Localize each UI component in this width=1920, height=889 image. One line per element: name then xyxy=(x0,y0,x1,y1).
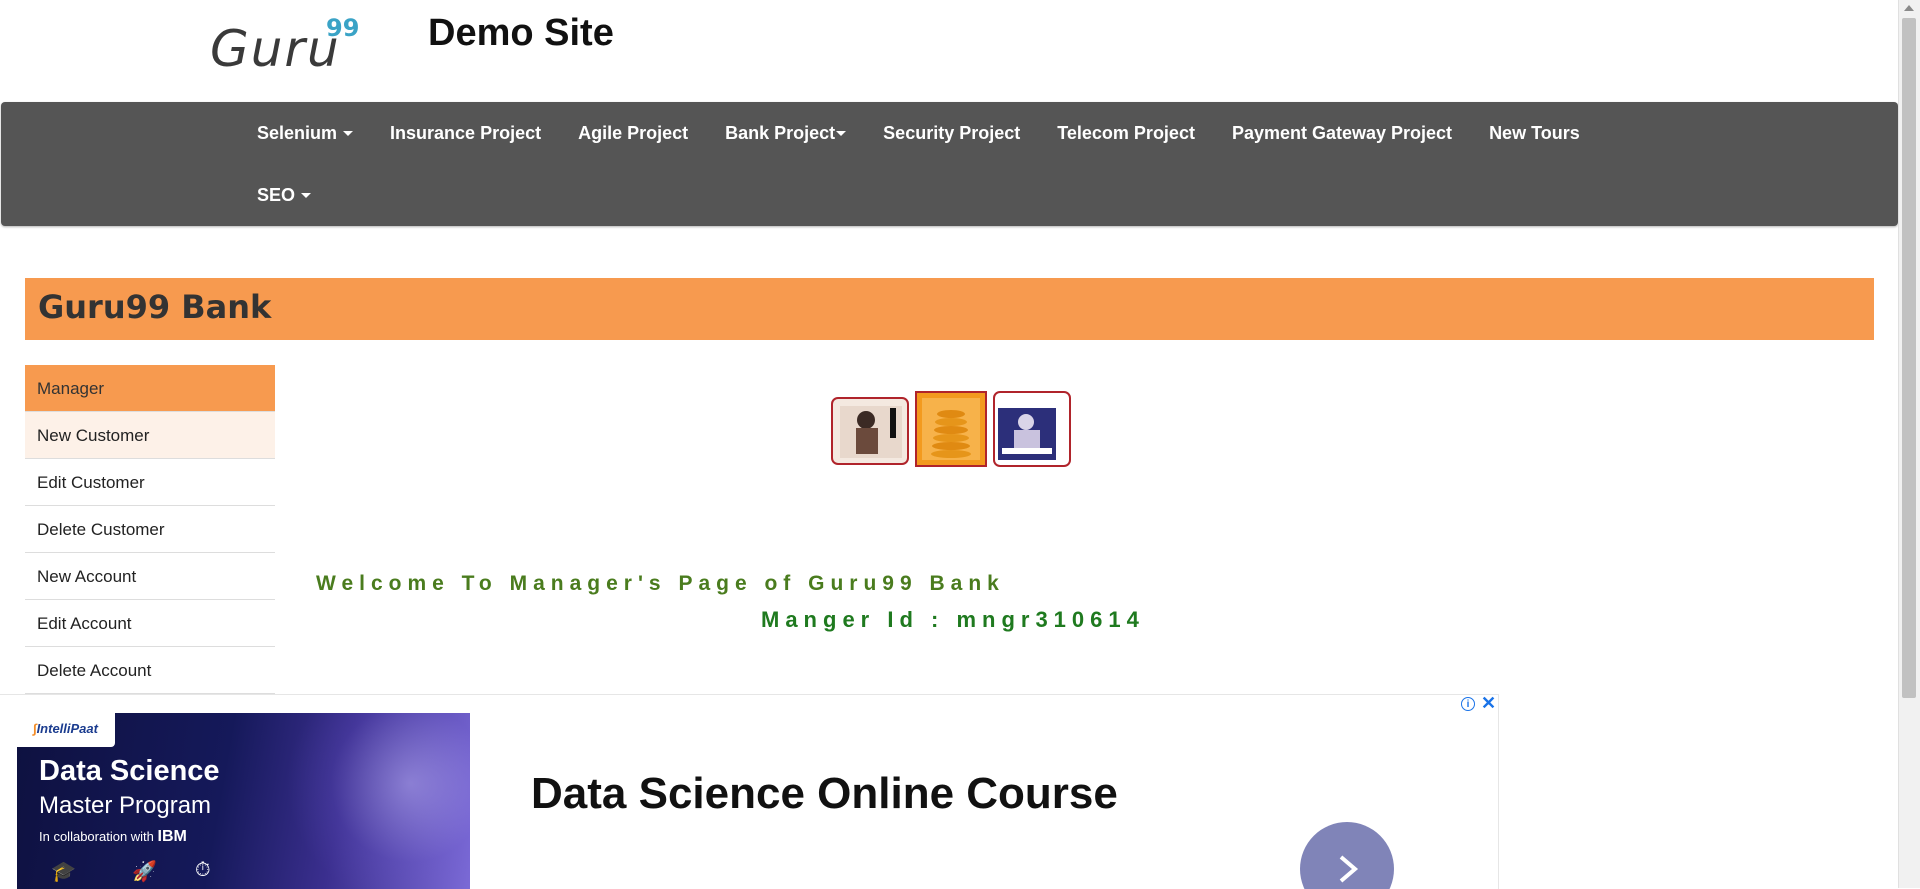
nav-payment-gateway-project[interactable]: Payment Gateway Project xyxy=(1232,123,1452,144)
nav-insurance-project[interactable]: Insurance Project xyxy=(390,123,541,144)
nav-seo-label: SEO xyxy=(257,184,296,205)
nav-telecom-project-label: Telecom Project xyxy=(1057,122,1195,143)
scroll-up-arrow-icon[interactable] xyxy=(1904,5,1914,11)
stopwatch-icon: ⏱ xyxy=(195,859,211,881)
nav-selenium-label: Selenium xyxy=(257,122,338,143)
info-icon[interactable]: i xyxy=(1461,697,1475,711)
main-navbar: Selenium Insurance Project Agile Project… xyxy=(1,102,1898,226)
nav-telecom-project[interactable]: Telecom Project xyxy=(1057,123,1195,144)
sidebar-item-new-account[interactable]: New Account xyxy=(25,553,275,600)
navbar-row-1: Selenium Insurance Project Agile Project… xyxy=(257,102,1617,164)
ad-face-graphic xyxy=(270,713,470,889)
nav-selenium[interactable]: Selenium xyxy=(257,122,354,144)
graduation-cap-icon: 🎓 xyxy=(51,861,76,883)
sidebar-item-new-customer[interactable]: New Customer xyxy=(25,412,275,459)
nav-insurance-project-label: Insurance Project xyxy=(390,122,542,143)
navbar-row-2: SEO xyxy=(257,164,348,226)
logo-text: Guru xyxy=(210,20,341,78)
page-scrollbar[interactable] xyxy=(1898,0,1920,888)
nav-new-tours[interactable]: New Tours xyxy=(1489,123,1580,144)
manager-id-text: Manger Id : mngr310614 xyxy=(761,607,1145,632)
logo-superscript: 99 xyxy=(326,14,360,42)
ad-brand-text: IntelliPaat xyxy=(36,721,98,736)
ad-image-heading: Data Science xyxy=(39,755,220,787)
chevron-right-icon xyxy=(1339,855,1359,883)
guru99-logo[interactable]: Guru 99 xyxy=(210,12,360,78)
nav-agile-project[interactable]: Agile Project xyxy=(578,123,688,144)
nav-bank-project-label: Bank Project xyxy=(725,122,836,143)
sidebar-item-delete-customer[interactable]: Delete Customer xyxy=(25,506,275,553)
caret-down-icon xyxy=(301,192,312,198)
rocket-icon: 🚀 xyxy=(132,861,157,883)
scrollbar-thumb[interactable] xyxy=(1902,18,1916,698)
sidebar-item-delete-account[interactable]: Delete Account xyxy=(25,647,275,694)
ad-collab-partner: IBM xyxy=(157,828,187,845)
nav-new-tours-label: New Tours xyxy=(1489,122,1580,143)
ad-title[interactable]: Data Science Online Course xyxy=(531,769,1118,819)
ad-next-button[interactable] xyxy=(1300,822,1394,889)
welcome-message: Welcome To Manager's Page of Guru99 Bank xyxy=(316,572,1005,595)
nav-agile-project-label: Agile Project xyxy=(578,122,689,143)
manager-sidebar: Manager New Customer Edit Customer Delet… xyxy=(25,365,275,694)
nav-security-project[interactable]: Security Project xyxy=(883,123,1020,144)
ad-image[interactable]: ∫IntelliPaat Data Science Master Program… xyxy=(17,713,470,889)
nav-bank-project[interactable]: Bank Project xyxy=(725,122,847,144)
ad-collab-text: In collaboration with xyxy=(39,829,154,844)
bank-collage-image xyxy=(831,391,1071,467)
ad-image-subheading: Master Program xyxy=(39,792,212,819)
caret-down-icon xyxy=(343,130,354,136)
close-icon[interactable]: ✕ xyxy=(1481,695,1496,714)
advertisement-banner[interactable]: ∫IntelliPaat Data Science Master Program… xyxy=(0,694,1499,889)
site-title: Demo Site xyxy=(428,12,614,54)
ad-collab-line: In collaboration with IBM xyxy=(39,828,187,846)
sidebar-item-edit-account[interactable]: Edit Account xyxy=(25,600,275,647)
caret-down-icon xyxy=(836,130,847,136)
bank-banner: Guru99 Bank xyxy=(25,278,1874,340)
ad-brand-logo: ∫IntelliPaat xyxy=(33,721,98,736)
nav-payment-gateway-project-label: Payment Gateway Project xyxy=(1231,122,1453,143)
ad-brand-tab: ∫IntelliPaat xyxy=(17,713,115,747)
nav-security-project-label: Security Project xyxy=(883,122,1021,143)
nav-seo[interactable]: SEO xyxy=(257,184,312,206)
site-header: Guru 99 Demo Site xyxy=(0,0,1898,100)
bank-banner-image xyxy=(830,390,1072,470)
sidebar-item-manager[interactable]: Manager xyxy=(25,365,275,412)
bank-title: Guru99 Bank xyxy=(38,288,272,326)
sidebar-item-edit-customer[interactable]: Edit Customer xyxy=(25,459,275,506)
